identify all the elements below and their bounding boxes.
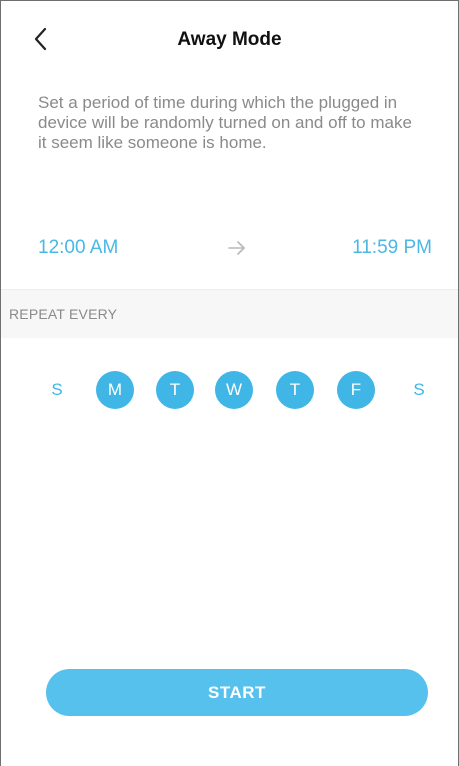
day-thursday[interactable]: T bbox=[276, 371, 314, 409]
description-text: Set a period of time during which the pl… bbox=[38, 93, 412, 152]
end-time[interactable]: 11:59 PM bbox=[352, 237, 432, 259]
day-wednesday[interactable]: W bbox=[215, 371, 253, 409]
repeat-every-label: REPEAT EVERY bbox=[9, 306, 118, 322]
weekday-selector: S M T W T F S bbox=[1, 371, 458, 411]
day-tuesday[interactable]: T bbox=[156, 371, 194, 409]
day-saturday[interactable]: S bbox=[400, 371, 438, 409]
page-title: Away Mode bbox=[177, 29, 282, 50]
day-monday[interactable]: M bbox=[96, 371, 134, 409]
start-button[interactable]: START bbox=[46, 669, 428, 716]
day-sunday[interactable]: S bbox=[38, 371, 76, 409]
start-time[interactable]: 12:00 AM bbox=[38, 237, 118, 259]
time-range-row: 12:00 AM 11:59 PM bbox=[1, 233, 458, 267]
app-screen: Away Mode Set a period of time during wh… bbox=[0, 0, 459, 766]
arrow-right-icon bbox=[228, 241, 245, 255]
header-bar: Away Mode bbox=[1, 1, 458, 79]
repeat-section-header: REPEAT EVERY bbox=[1, 289, 458, 338]
day-friday[interactable]: F bbox=[337, 371, 375, 409]
